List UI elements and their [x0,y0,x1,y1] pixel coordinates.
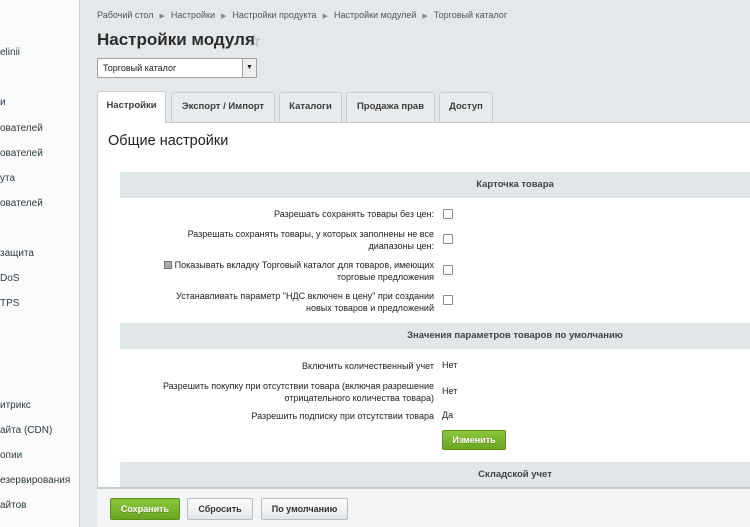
reset-button[interactable]: Сбросить [187,498,253,520]
group-header-card: Карточка товара [120,172,750,198]
sidebar-item[interactable]: езервирования [0,475,70,486]
star-icon[interactable]: ☆ [247,31,261,51]
group-header-defaults: Значения параметров товаров по умолчанию [120,323,750,349]
sidebar-item[interactable]: опии [0,450,22,461]
option-label: Разрешать сохранять товары без цен: [274,209,434,219]
option-checkbox[interactable] [443,209,453,219]
option-label: Разрешать сохранять товары, у которых за… [187,229,434,251]
field-value: Нет [442,360,458,370]
field-value: Нет [442,386,458,396]
chevron-right-icon: ▶ [221,13,227,20]
save-button[interactable]: Сохранить [110,498,180,520]
settings-panel: Общие настройки Карточка товара Разрешат… [97,122,750,488]
breadcrumb: Рабочий стол ▶ Настройки ▶ Настройки продукт… [97,10,507,20]
option-label: Показывать вкладку Торговый каталог для … [159,259,434,283]
section-title: Общие настройки [108,133,229,149]
option-checkbox[interactable] [443,295,453,305]
sidebar-item[interactable]: айта (CDN) [0,425,52,436]
tab-sales-rights[interactable]: Продажа прав [346,92,435,122]
sidebar-item[interactable]: итрикс [0,400,31,411]
tab-export-import[interactable]: Экспорт / Импорт [171,92,275,122]
chevron-right-icon: ▶ [422,13,428,20]
sidebar-item[interactable]: elinii [0,47,20,58]
group-header-warehouse: Складской учет [120,462,750,487]
sidebar-item[interactable]: DoS [0,273,19,284]
module-select-value: Торговый каталог [103,63,177,73]
option-checkbox[interactable] [443,265,453,275]
chevron-right-icon: ▶ [322,13,328,20]
tab-access[interactable]: Доступ [439,92,493,122]
field-label: Включить количественный учет [302,361,434,371]
sidebar-item[interactable]: защита [0,248,34,259]
tab-settings[interactable]: Настройки [97,91,166,123]
option-checkbox[interactable] [443,234,453,244]
breadcrumb-item[interactable]: Настройки модулей [334,10,416,20]
field-label: Разрешить подписку при отсутствии товара [251,411,434,421]
change-button[interactable]: Изменить [442,430,506,450]
breadcrumb-item[interactable]: Настройки [171,10,215,20]
default-button[interactable]: По умолчанию [261,498,348,520]
breadcrumb-item[interactable]: Торговый каталог [434,10,507,20]
chevron-down-icon: ▼ [242,59,256,77]
sidebar-item[interactable]: TPS [0,298,19,309]
checkbox-icon [163,261,172,269]
sidebar-item[interactable]: ователей [0,148,43,159]
field-label: Разрешить покупку при отсутствии товара … [162,381,434,403]
chevron-right-icon: ▶ [159,13,165,20]
breadcrumb-item[interactable]: Рабочий стол [97,10,154,20]
sidebar-item[interactable]: ователей [0,123,43,134]
tab-catalogs[interactable]: Каталоги [279,92,342,122]
module-select[interactable]: Торговый каталог ▼ [97,58,257,78]
breadcrumb-item[interactable]: Настройки продукта [232,10,316,20]
option-label: Устанавливать параметр "НДС включен в це… [176,291,434,313]
page-title: Настройки модуля [97,30,255,49]
field-value: Да [442,410,454,420]
sidebar-item[interactable]: айтов [0,500,27,511]
sidebar-item[interactable]: ователей [0,198,43,209]
left-sidebar: elinii и ователей ователей ута ователей … [0,0,80,527]
sidebar-item[interactable]: и [0,97,6,108]
sidebar-item[interactable]: ута [0,173,15,184]
